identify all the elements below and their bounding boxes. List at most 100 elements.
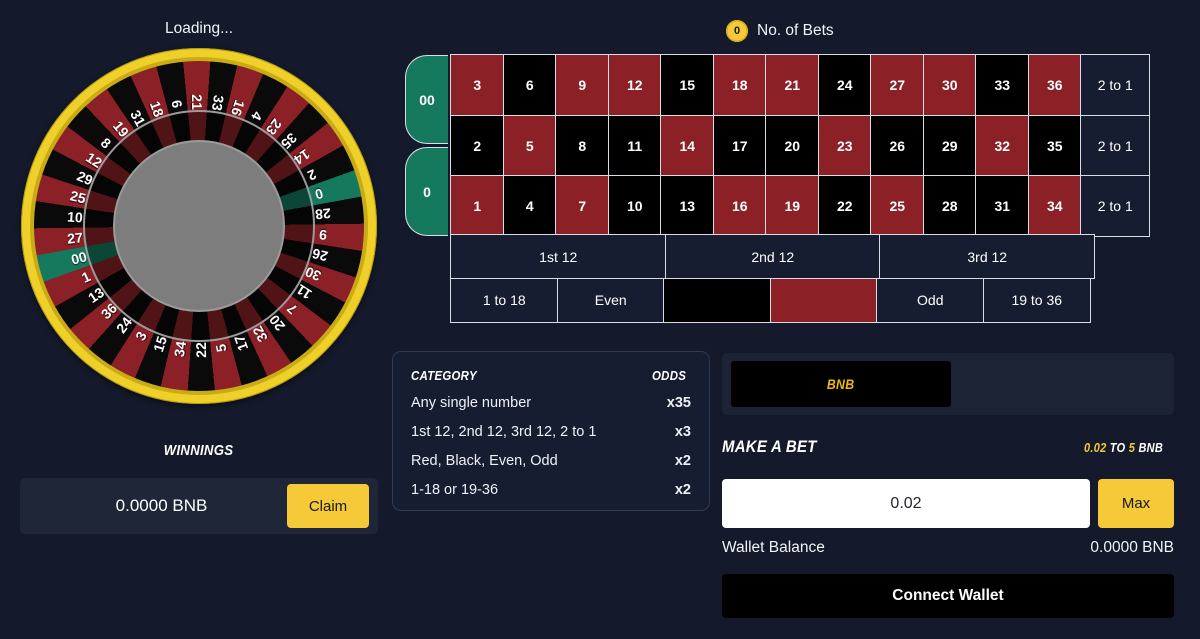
number-cell-6[interactable]: 6	[502, 54, 557, 117]
winnings-panel: 0.0000 BNB Claim	[20, 478, 378, 534]
odds-row: 1st 12, 2nd 12, 3rd 12, 2 to 1 x3	[411, 424, 691, 440]
wallet-balance-value: 0.0000 BNB	[1090, 539, 1174, 556]
wallet-balance-row: Wallet Balance 0.0000 BNB	[722, 539, 1174, 557]
zero-cells: 00 0	[405, 55, 451, 237]
bet-count-indicator: 0 No. of Bets	[726, 20, 834, 42]
number-cell-27[interactable]: 27	[870, 54, 925, 117]
odds-header-category: CATEGORY	[411, 368, 477, 383]
number-cell-5[interactable]: 5	[502, 114, 557, 177]
bet-limits: 0.02 TO 5 BNB	[1084, 441, 1163, 455]
number-cell-22[interactable]: 22	[817, 175, 872, 238]
number-cell-36[interactable]: 36	[1027, 54, 1082, 117]
number-cell-10[interactable]: 10	[607, 175, 662, 238]
roulette-app: Loading... 0 28 9 26 30 11 7 20 32 17 5 22 34 15 3 24 36…	[0, 0, 1200, 639]
odds-value: x2	[674, 482, 691, 498]
odds-row: Red, Black, Even, Odd x2	[411, 453, 691, 469]
outside-bet-1-to-18[interactable]: 1 to 18	[450, 277, 559, 323]
number-row: 3 6 9 12 15 18 21 24 27 30 33 36 2 to 1	[450, 54, 1151, 117]
claim-button[interactable]: Claim	[287, 484, 369, 528]
number-cell-32[interactable]: 32	[975, 114, 1030, 177]
number-cell-8[interactable]: 8	[555, 114, 610, 177]
odds-row: 1-18 or 19-36 x2	[411, 482, 691, 498]
winnings-amount: 0.0000 BNB	[115, 496, 208, 515]
bet-count-chip-icon: 0	[726, 20, 748, 42]
odds-value: x35	[666, 395, 691, 411]
number-cell-1[interactable]: 1	[450, 175, 505, 238]
number-cell-4[interactable]: 4	[502, 175, 557, 238]
outside-bets: 1 to 18 Even Odd 19 to 36	[450, 277, 1150, 323]
max-bet-button[interactable]: Max	[1098, 479, 1174, 528]
number-cell-19[interactable]: 19	[765, 175, 820, 238]
bet-limit-to: TO	[1109, 441, 1126, 455]
outside-bet-black[interactable]	[663, 277, 772, 323]
number-cell-20[interactable]: 20	[765, 114, 820, 177]
bet-amount-input[interactable]	[722, 479, 1090, 528]
odds-rows: Any single number x35 1st 12, 2nd 12, 3rd …	[411, 395, 691, 498]
roulette-wheel: 0 28 9 26 30 11 7 20 32 17 5 22 34 15 3 24 36 13 1 00 27 10 25…	[0, 23, 402, 429]
zero-cell-0[interactable]: 0	[405, 147, 448, 236]
outside-bet-red[interactable]	[769, 277, 878, 323]
number-cell-2[interactable]: 2	[450, 114, 505, 177]
winnings-title: WINNINGS	[164, 442, 234, 459]
connect-wallet-button[interactable]: Connect Wallet	[722, 574, 1174, 618]
odds-category: 1st 12, 2nd 12, 3rd 12, 2 to 1	[411, 424, 597, 440]
odds-value: x3	[674, 424, 691, 440]
number-cell-35[interactable]: 35	[1027, 114, 1082, 177]
number-cell-9[interactable]: 9	[555, 54, 610, 117]
column-bet-3[interactable]: 2 to 1	[1080, 175, 1151, 238]
zero-cell-00[interactable]: 00	[405, 55, 448, 144]
make-bet-title: MAKE A BET	[722, 437, 817, 456]
number-row: 1 4 7 10 13 16 19 22 25 28 31 34 2 to 1	[450, 175, 1151, 238]
outside-bet-odd[interactable]: Odd	[876, 277, 985, 323]
number-cell-16[interactable]: 16	[712, 175, 767, 238]
number-cell-28[interactable]: 28	[922, 175, 977, 238]
number-cell-23[interactable]: 23	[817, 114, 872, 177]
number-cell-21[interactable]: 21	[765, 54, 820, 117]
number-cell-24[interactable]: 24	[817, 54, 872, 117]
bet-limit-max: 5	[1128, 441, 1136, 455]
betting-board: 00 0 3 6 9 12 15 18 21 24 27 30 33 36 2 to 1 2 5 8 11 14 17…	[405, 54, 1151, 323]
number-cell-26[interactable]: 26	[870, 114, 925, 177]
bet-limit-min: 0.02	[1084, 441, 1107, 455]
number-cell-33[interactable]: 33	[975, 54, 1030, 117]
odds-header-odds: ODDS	[652, 368, 687, 383]
token-symbol: BNB	[827, 376, 855, 392]
number-cell-25[interactable]: 25	[870, 175, 925, 238]
number-cell-15[interactable]: 15	[660, 54, 715, 117]
number-cell-12[interactable]: 12	[607, 54, 662, 117]
number-cell-30[interactable]: 30	[922, 54, 977, 117]
odds-category: Red, Black, Even, Odd	[411, 453, 558, 469]
bet-limit-unit: BNB	[1138, 441, 1164, 455]
number-cell-34[interactable]: 34	[1027, 175, 1082, 238]
odds-panel: CATEGORY ODDS Any single number x35 1st 12…	[392, 351, 710, 511]
wheel-hub	[115, 142, 283, 310]
bet-input-row: Max	[722, 479, 1174, 528]
number-cell-14[interactable]: 14	[660, 114, 715, 177]
dozen-bet-3rd-12[interactable]: 3rd 12	[879, 234, 1096, 280]
odds-category: Any single number	[411, 395, 532, 411]
outside-bet-even[interactable]: Even	[556, 277, 665, 323]
odds-value: x2	[674, 453, 691, 469]
wallet-balance-label: Wallet Balance	[722, 539, 825, 556]
number-row: 2 5 8 11 14 17 20 23 26 29 32 35 2 to 1	[450, 114, 1151, 177]
dozen-bet-1st-12[interactable]: 1st 12	[450, 234, 667, 280]
column-bet-1[interactable]: 2 to 1	[1080, 54, 1151, 117]
outside-bet-19-to-36[interactable]: 19 to 36	[982, 277, 1091, 323]
number-cell-11[interactable]: 11	[607, 114, 662, 177]
number-cell-17[interactable]: 17	[712, 114, 767, 177]
number-cell-31[interactable]: 31	[975, 175, 1030, 238]
number-cell-13[interactable]: 13	[660, 175, 715, 238]
dozen-bet-2nd-12[interactable]: 2nd 12	[664, 234, 881, 280]
token-panel: BNB	[722, 353, 1174, 415]
number-cell-18[interactable]: 18	[712, 54, 767, 117]
bet-count-label: No. of Bets	[757, 22, 834, 39]
number-cell-7[interactable]: 7	[555, 175, 610, 238]
token-selector[interactable]: BNB	[731, 361, 951, 407]
dozen-bets: 1st 12 2nd 12 3rd 12	[450, 234, 1150, 280]
number-cell-29[interactable]: 29	[922, 114, 977, 177]
make-bet-header: MAKE A BET 0.02 TO 5 BNB	[722, 437, 1174, 457]
number-cell-3[interactable]: 3	[450, 54, 505, 117]
odds-row: Any single number x35	[411, 395, 691, 411]
column-bet-2[interactable]: 2 to 1	[1080, 114, 1151, 177]
odds-header: CATEGORY ODDS	[411, 368, 691, 383]
